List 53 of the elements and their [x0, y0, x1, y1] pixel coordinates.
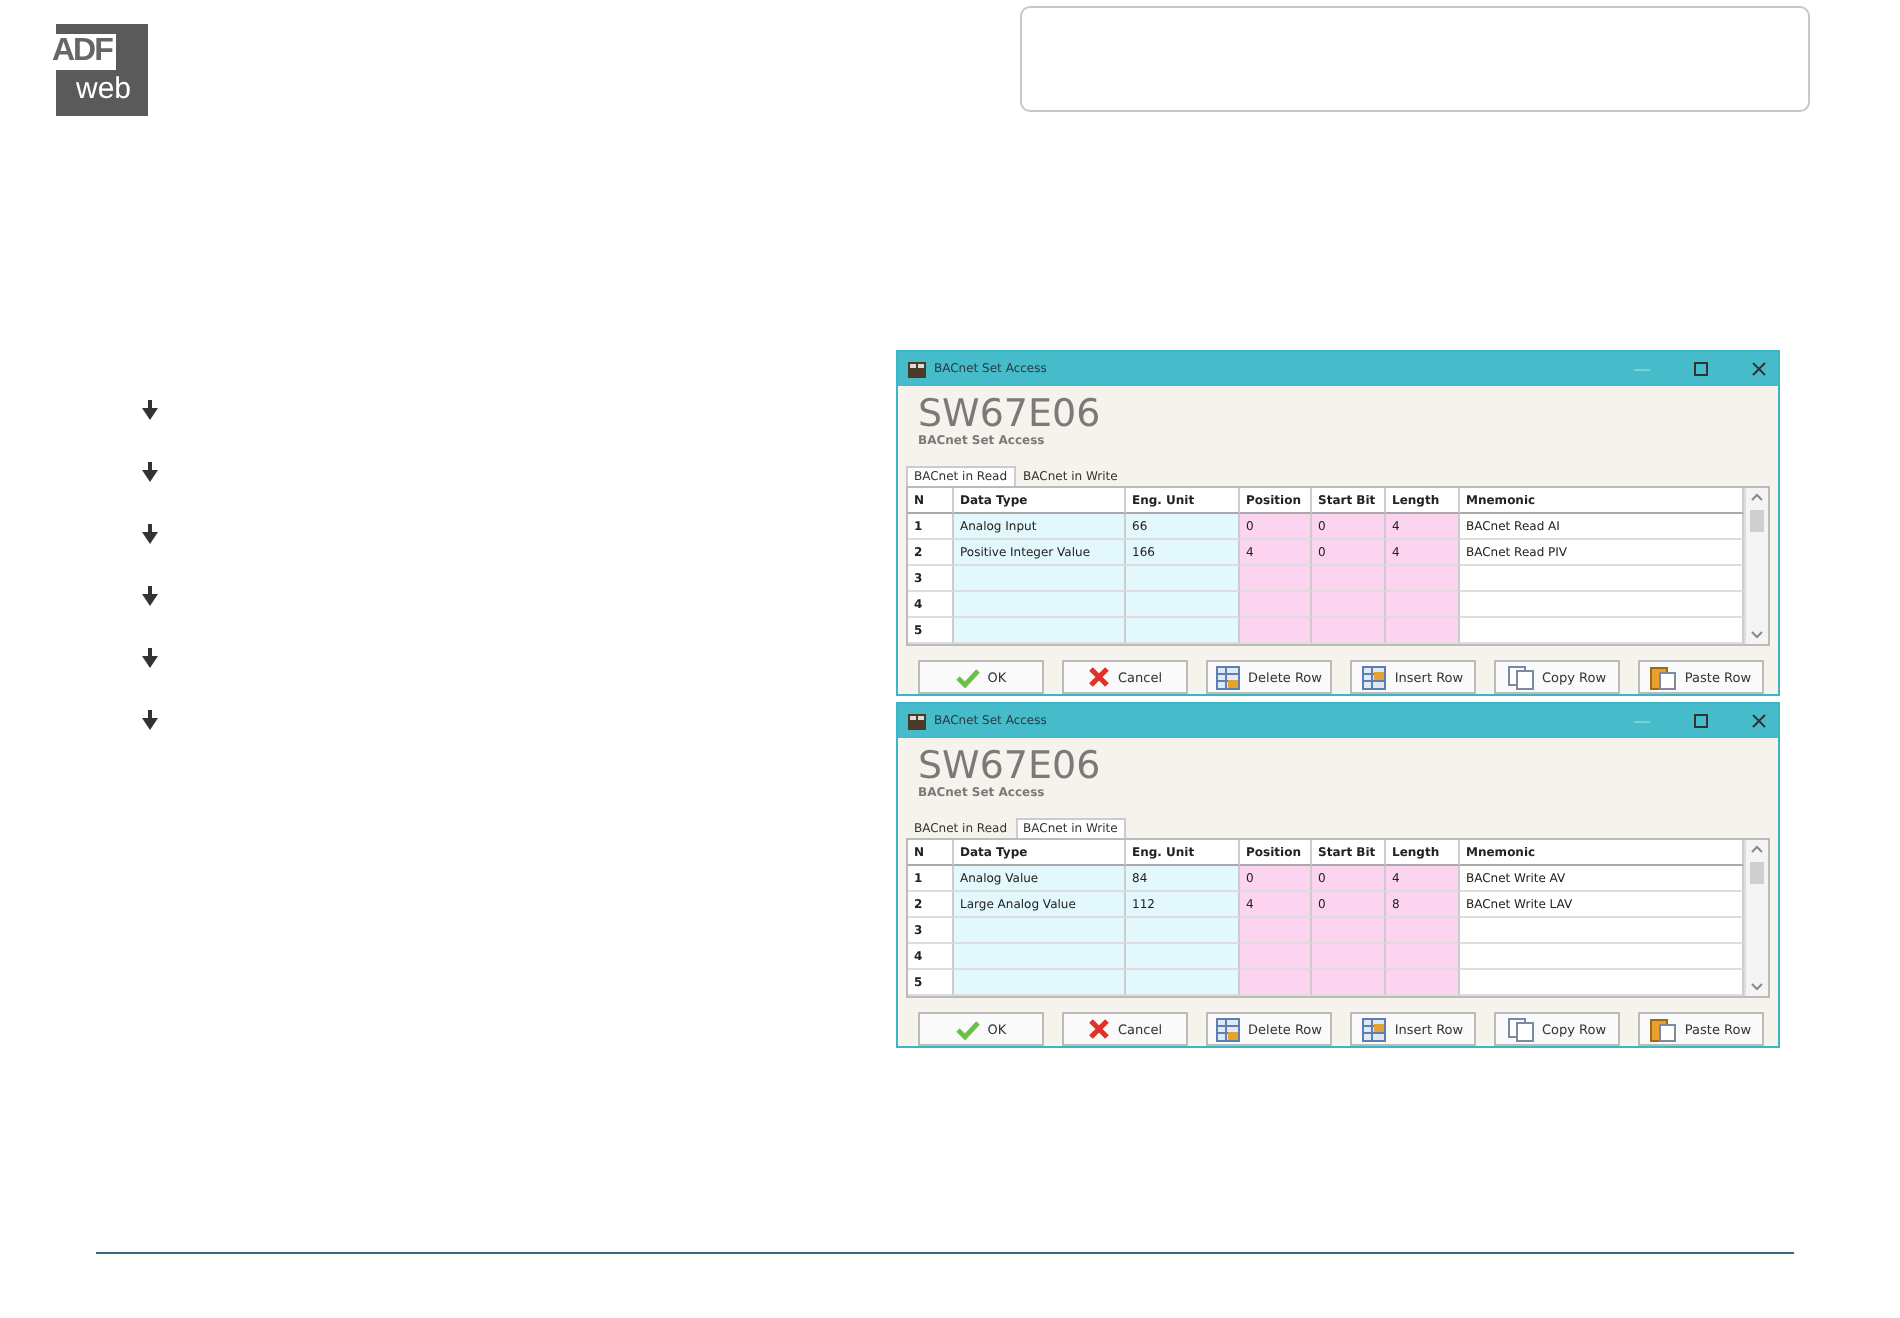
bullet-icon	[142, 524, 158, 544]
app-icon	[908, 713, 926, 729]
maximize-icon[interactable]	[1694, 362, 1708, 376]
cancel-icon	[1087, 666, 1110, 688]
table-cell	[1386, 944, 1460, 970]
table-cell	[1240, 566, 1312, 592]
table-cell	[1240, 970, 1312, 996]
table-cell	[1126, 566, 1240, 592]
bullet-icon	[142, 710, 158, 730]
table-cell	[1386, 918, 1460, 944]
table-cell	[1126, 592, 1240, 618]
documents-icon	[1507, 1017, 1534, 1041]
bullet-icon	[142, 462, 158, 482]
app-icon	[908, 361, 926, 377]
table-cell	[1240, 918, 1312, 944]
table-icon	[1362, 1017, 1387, 1041]
scrollbar[interactable]	[1744, 840, 1768, 996]
app-code: SW67E06	[918, 396, 1101, 434]
table-cell	[1240, 944, 1312, 970]
bullet-icon	[142, 400, 158, 420]
table-icon	[1362, 665, 1387, 689]
table-cell	[1240, 618, 1312, 644]
logo: ADF web	[56, 24, 148, 116]
bullet-icon	[142, 586, 158, 606]
maximize-icon[interactable]	[1694, 714, 1708, 728]
check-icon	[955, 1019, 980, 1039]
table-cell	[1126, 944, 1240, 970]
table-cell	[1386, 566, 1460, 592]
table-cell	[1312, 566, 1386, 592]
check-icon	[955, 667, 980, 687]
close-icon[interactable]	[1752, 714, 1766, 728]
table-cell	[1386, 970, 1460, 996]
scrollbar[interactable]	[1744, 488, 1768, 644]
table-cell	[1126, 618, 1240, 644]
table-cell	[1312, 592, 1386, 618]
close-icon[interactable]	[1752, 362, 1766, 376]
table-cell	[1386, 618, 1460, 644]
bullet-icon	[142, 648, 158, 668]
table-cell	[1312, 944, 1386, 970]
table-cell	[1312, 618, 1386, 644]
clipboard-icon	[1650, 665, 1677, 689]
table-icon	[1216, 665, 1241, 689]
table-cell	[1312, 970, 1386, 996]
cancel-icon	[1087, 1018, 1110, 1040]
clipboard-icon	[1650, 1017, 1677, 1041]
table-cell	[1240, 592, 1312, 618]
table-cell	[1312, 918, 1386, 944]
documents-icon	[1507, 665, 1534, 689]
table-cell	[1126, 918, 1240, 944]
table-cell	[1386, 592, 1460, 618]
table-icon	[1216, 1017, 1241, 1041]
table-cell	[1126, 970, 1240, 996]
app-code: SW67E06	[918, 748, 1101, 786]
